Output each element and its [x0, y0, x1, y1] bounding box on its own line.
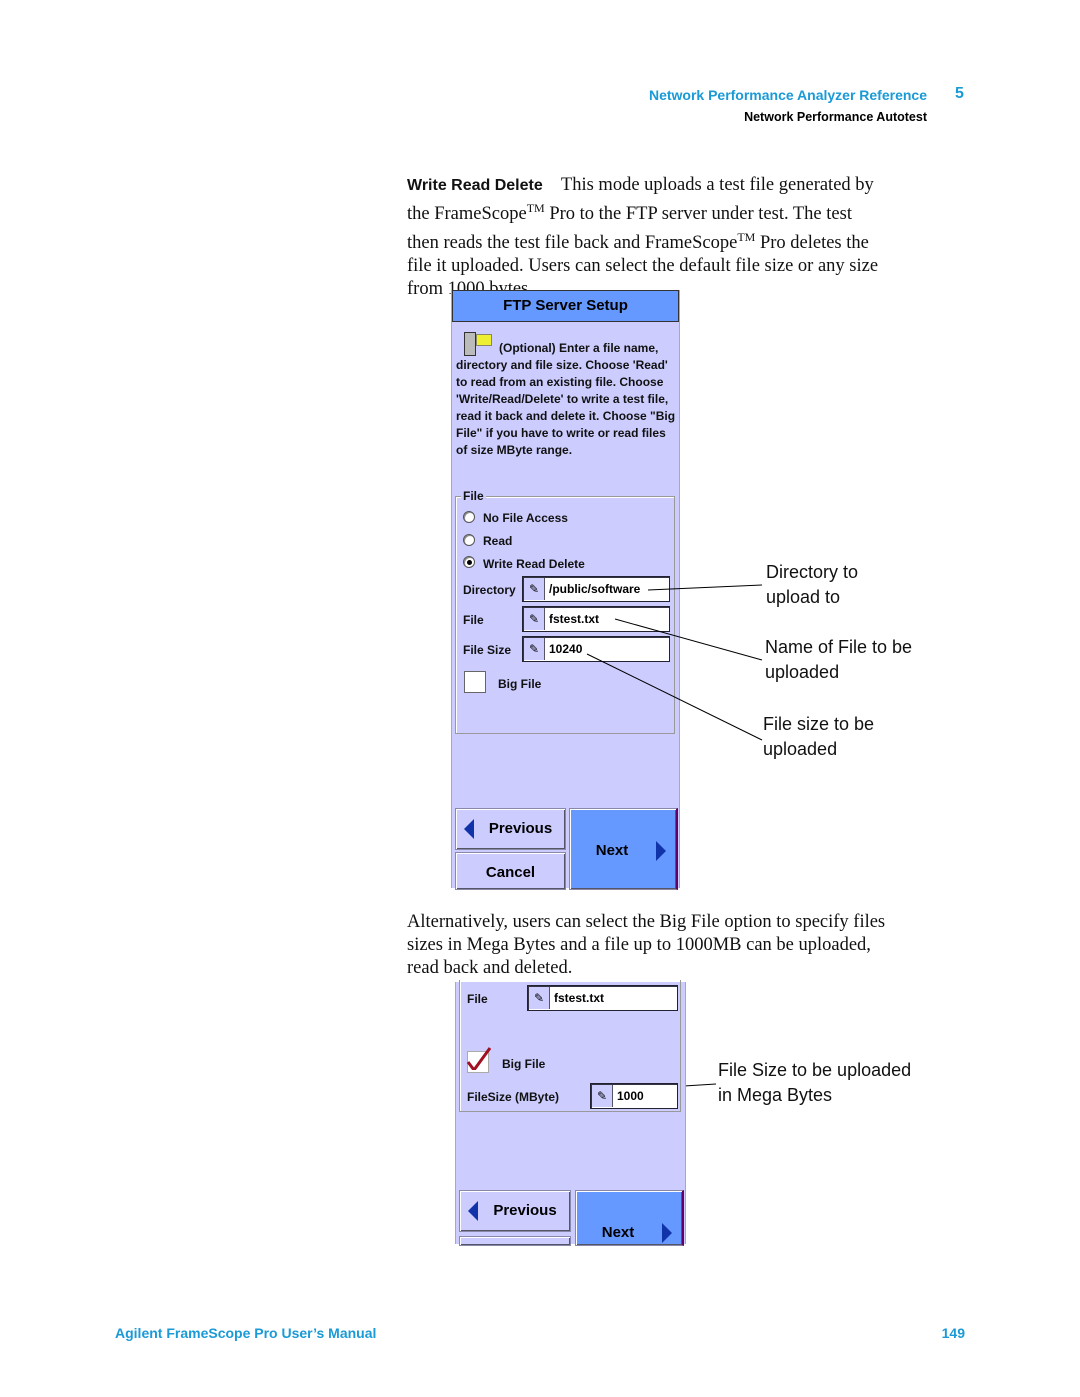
next-label: Next: [601, 1224, 635, 1241]
leader-line-file: [614, 618, 763, 661]
big-file-label: Big File: [502, 1057, 546, 1071]
callout-mbyte: File Size to be uploaded in Mega Bytes: [718, 1060, 912, 1105]
file-value: fstest.txt: [554, 991, 605, 1005]
checkmark-icon: [466, 1047, 492, 1070]
file-label: File: [467, 992, 488, 1006]
previous-button[interactable]: Previous: [459, 1190, 571, 1232]
file-size-mbyte-input[interactable]: ✎ 1000: [590, 1083, 678, 1109]
page-number: 149: [941, 1325, 965, 1341]
middle-paragraph: Alternatively, users can select the Big …: [407, 911, 972, 980]
middle-line: sizes in Mega Bytes and a file up to 100…: [407, 935, 871, 955]
previous-label: Previous: [493, 1202, 557, 1219]
edit-icon[interactable]: ✎: [592, 1085, 613, 1107]
arrow-left-icon: [468, 1201, 478, 1221]
file-input[interactable]: ✎ fstest.txt: [527, 985, 678, 1011]
manual-title: Agilent FrameScope Pro User’s Manual: [115, 1325, 377, 1341]
document-page: Network Performance Analyzer Reference 5…: [0, 0, 1080, 1397]
callout-directory: Directory to upload to: [766, 562, 859, 607]
callout-file: Name of File to be uploaded: [765, 637, 913, 682]
leader-line-directory: [647, 584, 763, 591]
big-file-checkbox[interactable]: [466, 1047, 492, 1073]
leader-line-size: [586, 653, 763, 741]
next-button[interactable]: Next: [575, 1190, 684, 1246]
arrow-right-icon: [662, 1223, 672, 1243]
middle-line: Alternatively, users can select the Big …: [407, 912, 886, 932]
file-size-mbyte-value: 1000: [617, 1089, 644, 1103]
middle-line: read back and deleted.: [407, 958, 573, 978]
cancel-button[interactable]: [459, 1236, 571, 1246]
edit-icon[interactable]: ✎: [529, 987, 550, 1009]
file-size-mbyte-label: FileSize (MByte): [467, 1090, 560, 1104]
callout-size: File size to be uploaded: [763, 714, 875, 759]
